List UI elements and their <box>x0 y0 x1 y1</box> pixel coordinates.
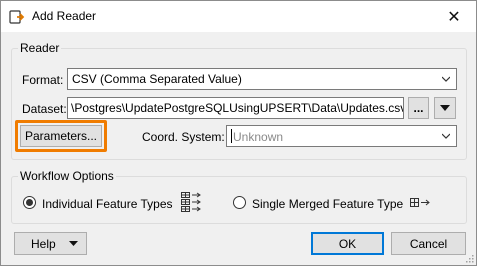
help-button-label: Help <box>31 236 56 251</box>
cancel-button[interactable]: Cancel <box>391 232 466 255</box>
individual-feature-types-radio[interactable] <box>23 196 36 209</box>
text-caret <box>231 129 232 143</box>
resize-grip-icon[interactable] <box>464 253 474 263</box>
format-label: Format: <box>22 73 64 87</box>
close-icon: ✕ <box>447 8 461 26</box>
individual-features-icon <box>181 192 201 212</box>
chevron-down-icon <box>442 133 450 139</box>
browse-button-label: ... <box>413 101 424 115</box>
dataset-options-button[interactable] <box>434 97 456 119</box>
merged-feature-icon <box>410 198 430 207</box>
dataset-value: \Postgres\UpdatePostgreSQLUsingUPSERT\Da… <box>71 101 404 115</box>
dataset-input[interactable]: \Postgres\UpdatePostgreSQLUsingUPSERT\Da… <box>67 97 404 119</box>
dataset-label: Dataset: <box>22 102 67 116</box>
single-merged-feature-type-radio[interactable] <box>233 196 246 209</box>
coord-system-value: Unknown <box>233 130 284 144</box>
dialog-title: Add Reader <box>32 9 97 23</box>
close-button[interactable]: ✕ <box>432 1 476 32</box>
title-bar[interactable]: Add Reader ✕ <box>1 1 476 32</box>
coord-system-dropdown[interactable]: Unknown <box>226 125 457 147</box>
parameters-button[interactable]: Parameters... <box>20 125 102 147</box>
cancel-button-label: Cancel <box>409 236 448 251</box>
add-reader-dialog: Add Reader ✕ Reader Format: CSV (Comma S… <box>0 0 477 266</box>
format-value: CSV (Comma Separated Value) <box>72 72 242 86</box>
parameters-button-label: Parameters... <box>24 129 98 143</box>
individual-feature-types-label[interactable]: Individual Feature Types <box>42 197 173 211</box>
ok-button-label: OK <box>338 236 357 251</box>
dropdown-arrow-icon <box>69 241 78 246</box>
help-button[interactable]: Help <box>14 232 87 255</box>
workflow-options-legend: Workflow Options <box>18 169 116 183</box>
dropdown-arrow-icon <box>440 104 450 111</box>
ok-button[interactable]: OK <box>311 232 384 255</box>
chevron-down-icon <box>442 76 450 82</box>
reader-add-icon <box>9 10 25 24</box>
browse-button[interactable]: ... <box>408 97 429 119</box>
format-dropdown[interactable]: CSV (Comma Separated Value) <box>67 68 457 90</box>
single-merged-feature-type-label[interactable]: Single Merged Feature Type <box>252 197 403 211</box>
coord-system-label: Coord. System: <box>142 130 225 144</box>
reader-group-legend: Reader <box>18 41 62 55</box>
